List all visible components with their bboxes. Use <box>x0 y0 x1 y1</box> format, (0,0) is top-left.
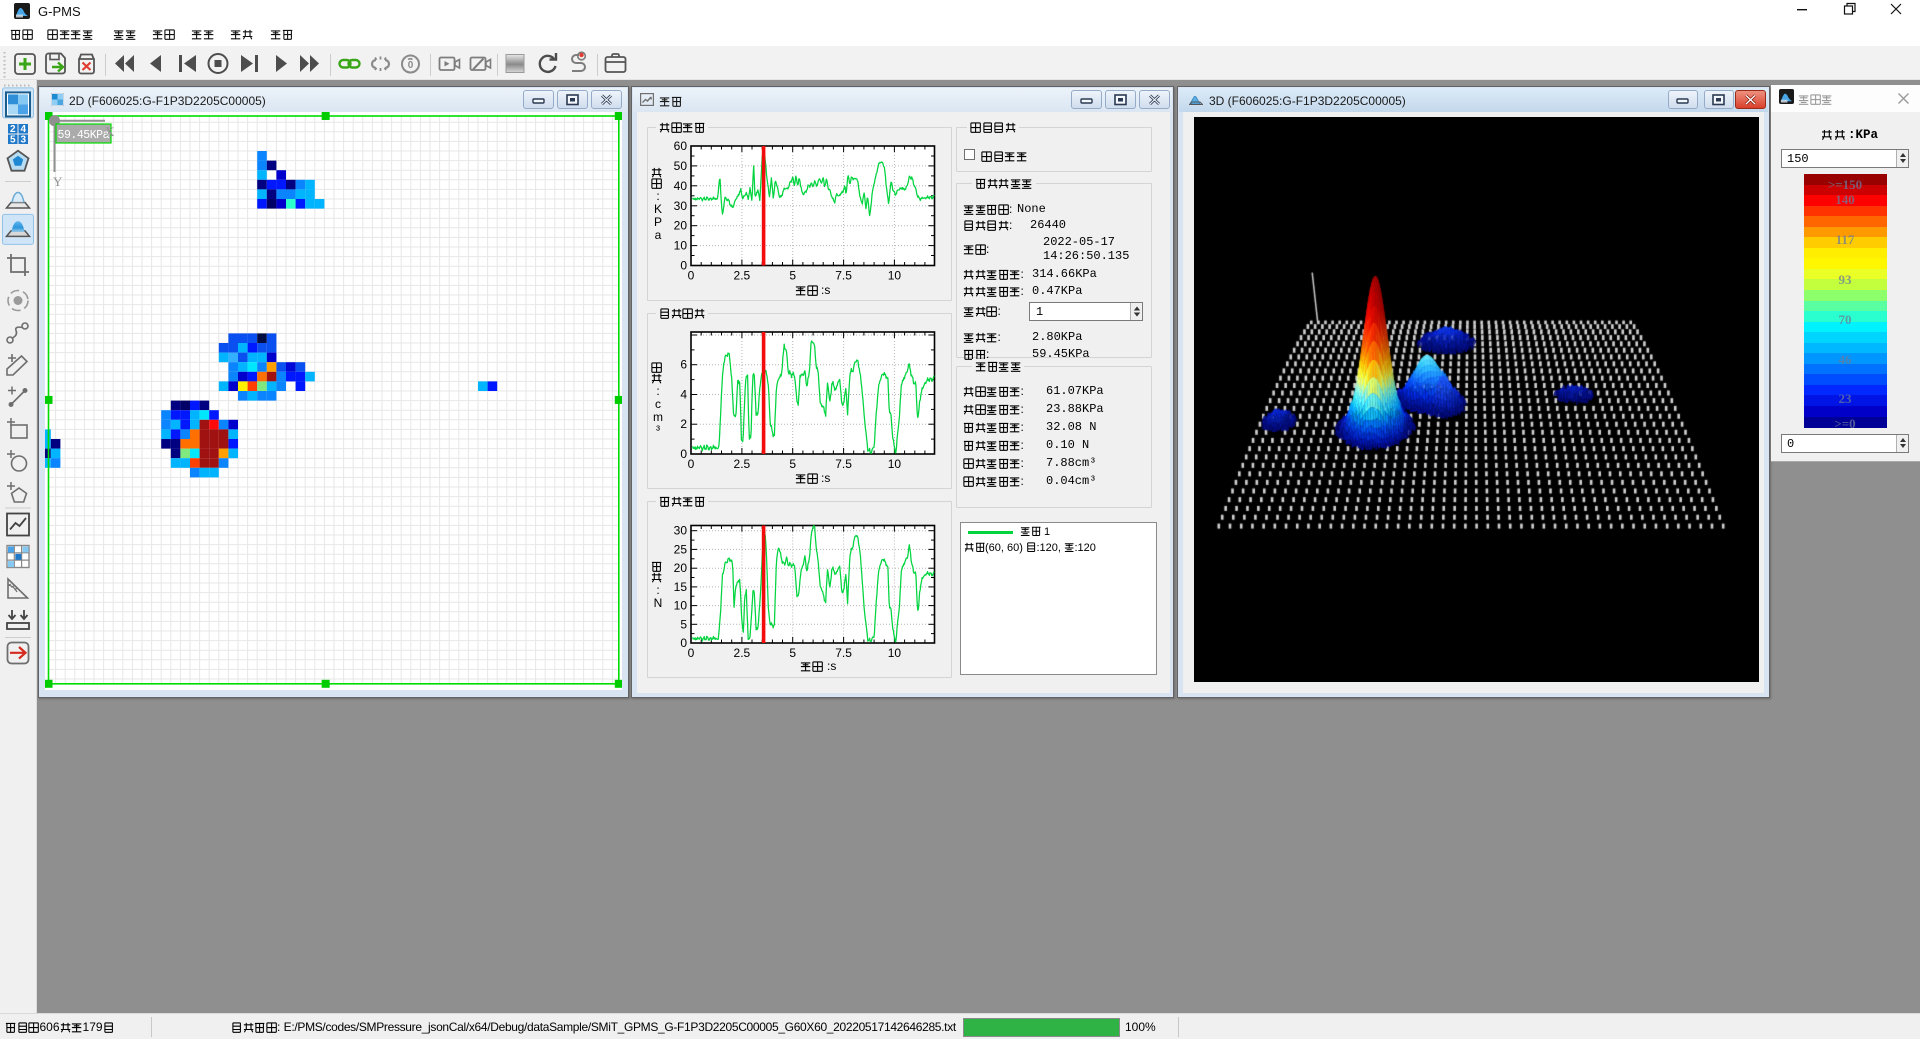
svg-text:4: 4 <box>21 124 27 135</box>
svg-text:Y: Y <box>53 174 63 189</box>
svg-text:59.45KPa: 59.45KPa <box>58 129 110 142</box>
svg-text:0: 0 <box>408 60 414 71</box>
svg-text:3: 3 <box>21 135 27 146</box>
svg-text:2: 2 <box>10 124 16 135</box>
svg-text:X: X <box>105 124 115 139</box>
svg-text:5: 5 <box>10 135 16 146</box>
